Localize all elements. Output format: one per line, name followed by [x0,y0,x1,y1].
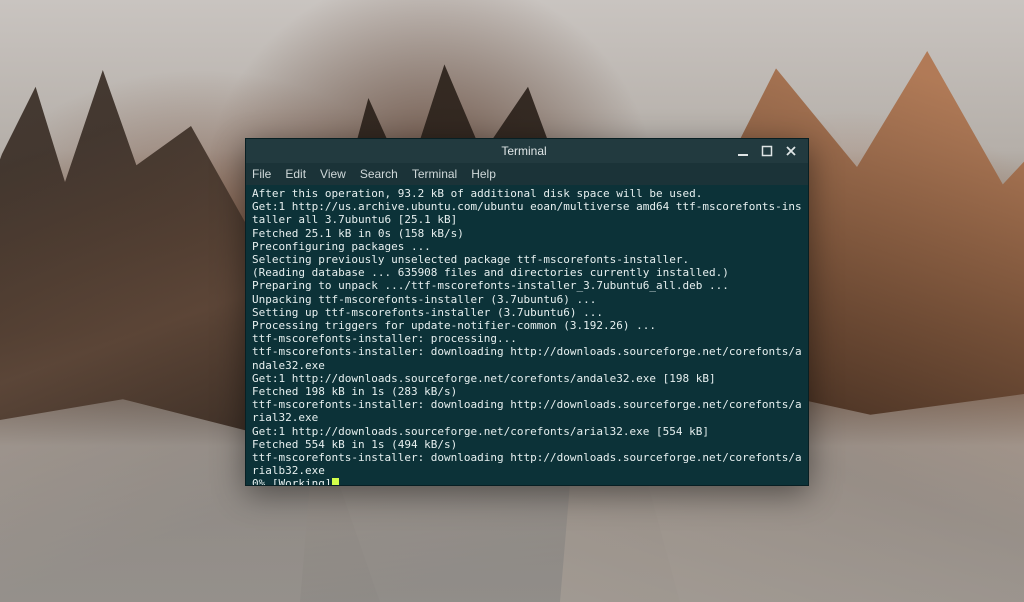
terminal-cursor [332,478,339,485]
terminal-line: Fetched 198 kB in 1s (283 kB/s) [252,385,802,398]
terminal-line: 0% [Working] [252,477,802,485]
terminal-window[interactable]: Terminal File Edit View Search Terminal … [245,138,809,486]
terminal-viewport[interactable]: After this operation, 93.2 kB of additio… [246,185,808,485]
terminal-line: Get:1 http://downloads.sourceforge.net/c… [252,425,802,438]
menu-edit[interactable]: Edit [285,167,306,181]
menu-view[interactable]: View [320,167,346,181]
terminal-line: ttf-mscorefonts-installer: downloading h… [252,345,802,371]
minimize-button[interactable] [736,144,750,158]
window-titlebar[interactable]: Terminal [246,139,808,163]
maximize-button[interactable] [760,144,774,158]
menu-help[interactable]: Help [471,167,496,181]
terminal-output[interactable]: After this operation, 93.2 kB of additio… [252,187,802,485]
terminal-line: Setting up ttf-mscorefonts-installer (3.… [252,306,802,319]
window-title: Terminal [501,144,546,158]
terminal-line: Selecting previously unselected package … [252,253,802,266]
terminal-line: Fetched 25.1 kB in 0s (158 kB/s) [252,227,802,240]
terminal-line: Unpacking ttf-mscorefonts-installer (3.7… [252,293,802,306]
terminal-line: Get:1 http://us.archive.ubuntu.com/ubunt… [252,200,802,226]
menu-search[interactable]: Search [360,167,398,181]
terminal-line: Fetched 554 kB in 1s (494 kB/s) [252,438,802,451]
terminal-line: ttf-mscorefonts-installer: downloading h… [252,451,802,477]
terminal-line: Preconfiguring packages ... [252,240,802,253]
terminal-line: After this operation, 93.2 kB of additio… [252,187,802,200]
terminal-line: ttf-mscorefonts-installer: processing... [252,332,802,345]
terminal-line: (Reading database ... 635908 files and d… [252,266,802,279]
close-button[interactable] [784,144,798,158]
terminal-line: Processing triggers for update-notifier-… [252,319,802,332]
menubar: File Edit View Search Terminal Help [246,163,808,185]
menu-file[interactable]: File [252,167,271,181]
terminal-line: Get:1 http://downloads.sourceforge.net/c… [252,372,802,385]
menu-terminal[interactable]: Terminal [412,167,457,181]
desktop-wallpaper: Terminal File Edit View Search Terminal … [0,0,1024,602]
terminal-line: ttf-mscorefonts-installer: downloading h… [252,398,802,424]
terminal-line: Preparing to unpack .../ttf-mscorefonts-… [252,279,802,292]
